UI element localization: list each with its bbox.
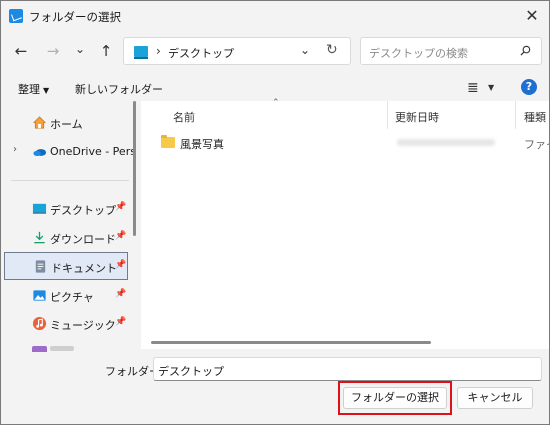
chevron-down-icon: ⌄ xyxy=(74,42,86,56)
sidebar-item-label: ピクチャ xyxy=(50,291,94,304)
sidebar-item-label: ミュージック xyxy=(50,319,116,332)
caret-down-icon: ▼ xyxy=(43,86,50,95)
videos-icon xyxy=(32,346,47,352)
chevron-right-icon[interactable]: › xyxy=(156,44,161,58)
column-divider[interactable] xyxy=(515,101,516,129)
folder-icon xyxy=(161,135,175,148)
refresh-icon[interactable]: ↻ xyxy=(326,42,338,58)
pin-icon: 📌 xyxy=(115,289,127,299)
sidebar-item-music[interactable]: ミュージック 📌 xyxy=(1,311,129,337)
table-row[interactable]: 風景写真 ファイル xyxy=(161,133,549,155)
folder-name-input[interactable]: デスクトップ xyxy=(153,357,542,381)
recent-locations-button[interactable]: ⌄ xyxy=(69,39,91,59)
organize-label: 整理 xyxy=(18,83,40,96)
pictures-icon xyxy=(33,290,46,301)
search-input[interactable]: デスクトップの検索 xyxy=(360,37,542,65)
column-header-name[interactable]: 名前 xyxy=(173,109,195,125)
pin-icon: 📌 xyxy=(115,202,127,212)
sidebar-divider xyxy=(11,180,129,181)
sidebar-item-home[interactable]: ホーム xyxy=(1,110,129,136)
sidebar-item-desktop[interactable]: デスクトップ 📌 xyxy=(1,196,129,222)
file-list: ⌃ 名前 更新日時 種類 風景写真 ファイル xyxy=(141,98,549,349)
sidebar-item-label: ホーム xyxy=(50,118,83,131)
file-type: ファイル xyxy=(524,138,549,151)
window-title: フォルダーの選択 xyxy=(29,10,121,24)
address-text: デスクトップ xyxy=(168,47,234,60)
select-folder-button[interactable]: フォルダーの選択 xyxy=(343,387,447,409)
back-arrow-icon: ← xyxy=(14,42,28,60)
app-icon xyxy=(9,9,23,23)
folder-picker-dialog: フォルダーの選択 ✕ ← → ⌄ ↑ › デスクトップ ⌄ ↻ デスクトップの検… xyxy=(0,0,550,425)
navigation-pane: ホーム › OneDrive - Pers デスクトップ 📌 ダウンロード 📌 … xyxy=(1,101,139,351)
documents-icon xyxy=(35,260,46,273)
cancel-button[interactable]: キャンセル xyxy=(457,387,533,409)
download-icon xyxy=(34,231,45,244)
pin-icon: 📌 xyxy=(115,317,127,327)
new-folder-button[interactable]: 新しいフォルダー xyxy=(75,81,163,97)
sidebar-item-pictures[interactable]: ピクチャ 📌 xyxy=(1,283,129,309)
sidebar-item-downloads[interactable]: ダウンロード 📌 xyxy=(1,225,129,251)
view-dropdown-icon[interactable]: ▼ xyxy=(488,83,494,92)
folder-name-value: デスクトップ xyxy=(158,365,224,378)
onedrive-icon xyxy=(33,149,47,156)
sidebar-item-onedrive[interactable]: › OneDrive - Pers xyxy=(1,139,136,165)
help-icon[interactable]: ? xyxy=(521,79,537,95)
back-button[interactable]: ← xyxy=(10,41,32,61)
up-arrow-icon: ↑ xyxy=(99,42,113,60)
column-header-type[interactable]: 種類 xyxy=(524,109,546,125)
chevron-right-icon[interactable]: › xyxy=(13,144,17,155)
horizontal-scrollbar[interactable] xyxy=(151,341,431,344)
home-icon xyxy=(32,116,47,129)
file-modified-redacted xyxy=(397,139,495,146)
column-divider[interactable] xyxy=(387,101,388,129)
partial-sidebar-item xyxy=(50,346,74,351)
close-icon: ✕ xyxy=(525,6,539,25)
forward-button[interactable]: → xyxy=(42,41,64,61)
address-dropdown-button[interactable]: ⌄ xyxy=(300,43,310,57)
sidebar-scrollbar[interactable] xyxy=(133,101,136,236)
organize-menu[interactable]: 整理 ▼ xyxy=(18,81,49,97)
music-icon xyxy=(32,316,47,331)
desktop-icon xyxy=(32,203,47,214)
pin-icon: 📌 xyxy=(115,231,127,241)
column-header-modified[interactable]: 更新日時 xyxy=(395,109,439,125)
pin-icon: 📌 xyxy=(115,260,127,270)
view-options-icon[interactable]: ≣ xyxy=(467,81,479,95)
file-name: 風景写真 xyxy=(180,138,224,151)
up-button[interactable]: ↑ xyxy=(95,41,117,61)
sidebar-item-label: ドキュメント xyxy=(51,262,117,275)
address-bar[interactable]: › デスクトップ ⌄ ↻ xyxy=(123,37,351,65)
close-button[interactable]: ✕ xyxy=(519,5,545,27)
sidebar-item-label: OneDrive - Pers xyxy=(50,145,136,158)
search-placeholder: デスクトップの検索 xyxy=(369,47,468,60)
sidebar-item-label: ダウンロード xyxy=(50,233,116,246)
sort-ascending-icon: ⌃ xyxy=(272,98,280,108)
forward-arrow-icon: → xyxy=(46,42,60,60)
title-bar: フォルダーの選択 ✕ xyxy=(1,1,549,31)
sidebar-item-documents[interactable]: ドキュメント 📌 xyxy=(4,252,128,280)
search-icon xyxy=(520,45,531,56)
desktop-icon xyxy=(134,46,148,59)
sidebar-item-label: デスクトップ xyxy=(50,204,116,217)
